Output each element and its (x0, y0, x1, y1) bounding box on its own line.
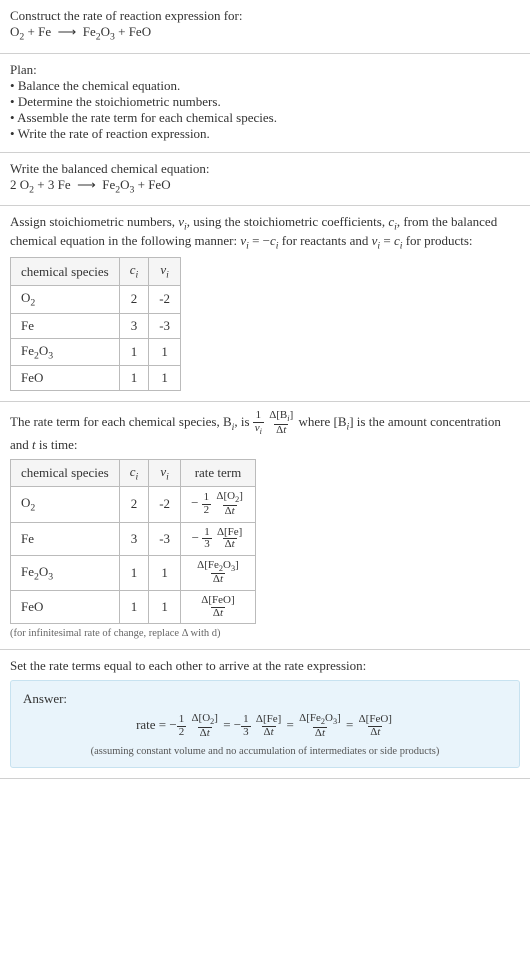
cell-species: O2 (11, 285, 120, 313)
prompt-section: Construct the rate of reaction expressio… (0, 0, 530, 54)
cell-c: 1 (119, 591, 149, 624)
table-row: Fe2O3 1 1 Δ[Fe2O3]Δt (11, 555, 256, 590)
col-nui: νi (149, 459, 181, 487)
col-species: chemical species (11, 258, 120, 286)
cell-c: 2 (119, 487, 149, 522)
plan-title: Plan: (10, 62, 520, 78)
plan-item: • Determine the stoichiometric numbers. (10, 94, 520, 110)
cell-rate: Δ[FeO]Δt (181, 591, 256, 624)
table-row: O2 2 -2 (11, 285, 181, 313)
rate-terms-section: The rate term for each chemical species,… (0, 402, 530, 650)
cell-nu: 1 (149, 555, 181, 590)
answer-note: (assuming constant volume and no accumul… (23, 746, 507, 757)
fraction: Δ[Bi]Δt (267, 410, 295, 436)
plan-item: • Balance the chemical equation. (10, 78, 520, 94)
col-nui: νi (149, 258, 181, 286)
cell-nu: -2 (149, 285, 181, 313)
col-rate: rate term (181, 459, 256, 487)
cell-c: 1 (119, 555, 149, 590)
cell-species: FeO (11, 591, 120, 624)
col-ci: ci (119, 459, 149, 487)
plan-section: Plan: • Balance the chemical equation. •… (0, 54, 530, 153)
table-row: FeO 1 1 (11, 366, 181, 391)
balanced-equation: 2 O2 + 3 Fe ⟶ Fe2O3 + FeO (10, 177, 520, 196)
cell-species: Fe2O3 (11, 338, 120, 366)
cell-species: Fe2O3 (11, 555, 120, 590)
cell-rate: − 12 Δ[O2]Δt (181, 487, 256, 522)
stoich-table: chemical species ci νi O2 2 -2 Fe 3 -3 F… (10, 257, 181, 391)
stoich-section: Assign stoichiometric numbers, νi, using… (0, 206, 530, 402)
prompt-equation: O2 + Fe ⟶ Fe2O3 + FeO (10, 24, 520, 43)
rate-expression: rate = −12 Δ[O2]Δt = −13 Δ[Fe]Δt = Δ[Fe2… (23, 713, 507, 739)
balanced-title: Write the balanced chemical equation: (10, 161, 520, 177)
cell-rate: − 13 Δ[Fe]Δt (181, 522, 256, 555)
col-ci: ci (119, 258, 149, 286)
cell-c: 3 (119, 522, 149, 555)
cell-nu: -2 (149, 487, 181, 522)
table-row: O2 2 -2 − 12 Δ[O2]Δt (11, 487, 256, 522)
col-species: chemical species (11, 459, 120, 487)
table-header-row: chemical species ci νi (11, 258, 181, 286)
rate-terms-note: (for infinitesimal rate of change, repla… (10, 628, 520, 639)
cell-nu: -3 (149, 522, 181, 555)
fraction: 1νi (253, 410, 264, 436)
table-row: Fe2O3 1 1 (11, 338, 181, 366)
cell-nu: -3 (149, 313, 181, 338)
plan-item: • Write the rate of reaction expression. (10, 126, 520, 142)
table-header-row: chemical species ci νi rate term (11, 459, 256, 487)
answer-box: Answer: rate = −12 Δ[O2]Δt = −13 Δ[Fe]Δt… (10, 680, 520, 767)
cell-rate: Δ[Fe2O3]Δt (181, 555, 256, 590)
table-row: Fe 3 -3 − 13 Δ[Fe]Δt (11, 522, 256, 555)
stoich-intro: Assign stoichiometric numbers, νi, using… (10, 214, 520, 251)
final-title: Set the rate terms equal to each other t… (10, 658, 520, 674)
cell-c: 2 (119, 285, 149, 313)
cell-c: 1 (119, 366, 149, 391)
cell-c: 3 (119, 313, 149, 338)
cell-nu: 1 (149, 591, 181, 624)
balanced-section: Write the balanced chemical equation: 2 … (0, 153, 530, 207)
cell-nu: 1 (149, 366, 181, 391)
cell-nu: 1 (149, 338, 181, 366)
prompt-title: Construct the rate of reaction expressio… (10, 8, 520, 24)
table-row: Fe 3 -3 (11, 313, 181, 338)
cell-species: Fe (11, 522, 120, 555)
answer-label: Answer: (23, 691, 507, 707)
rate-terms-intro: The rate term for each chemical species,… (10, 410, 520, 452)
cell-species: Fe (11, 313, 120, 338)
cell-species: FeO (11, 366, 120, 391)
cell-species: O2 (11, 487, 120, 522)
cell-c: 1 (119, 338, 149, 366)
plan-item: • Assemble the rate term for each chemic… (10, 110, 520, 126)
table-row: FeO 1 1 Δ[FeO]Δt (11, 591, 256, 624)
final-section: Set the rate terms equal to each other t… (0, 650, 530, 778)
rate-terms-table: chemical species ci νi rate term O2 2 -2… (10, 459, 256, 625)
